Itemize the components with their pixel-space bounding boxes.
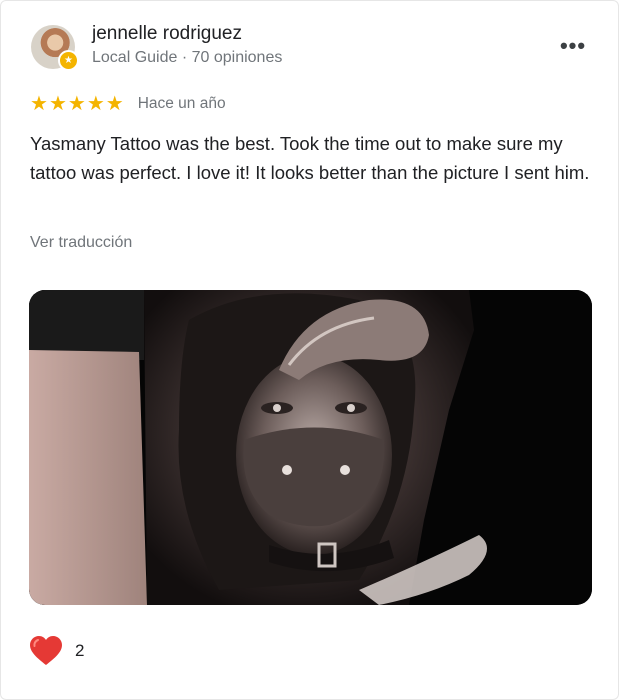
star-rating: ★ ★ ★ ★ ★ xyxy=(30,94,124,114)
review-text: Yasmany Tattoo was the best. Took the ti… xyxy=(30,133,590,183)
star-icon: ★ xyxy=(86,93,105,115)
star-icon: ★ xyxy=(67,93,86,115)
star-icon: ★ xyxy=(105,93,124,115)
avatar[interactable]: ★ xyxy=(31,25,79,71)
review-card: ★ jennelle rodriguez Local Guide · 70 op… xyxy=(0,0,619,700)
star-icon: ★ xyxy=(30,93,48,115)
translate-link[interactable]: Ver traducción xyxy=(30,234,132,252)
rating-row: ★ ★ ★ ★ ★ Hace un año xyxy=(30,92,226,116)
reaction-count: 2 xyxy=(75,641,85,660)
heart-icon[interactable] xyxy=(29,635,63,667)
more-options-icon: ••• xyxy=(559,33,587,58)
review-date: Hace un año xyxy=(137,95,226,112)
tattoo-photo-illustration xyxy=(29,290,592,605)
star-icon: ★ xyxy=(48,93,67,115)
author-meta: Local Guide · 70 opiniones xyxy=(92,49,283,66)
more-options-button[interactable]: ••• xyxy=(558,31,588,61)
author-name[interactable]: jennelle rodriguez xyxy=(92,23,242,45)
review-photo[interactable] xyxy=(29,290,592,605)
reaction-row: 2 xyxy=(29,634,84,668)
local-guide-badge-icon: ★ xyxy=(58,50,79,71)
